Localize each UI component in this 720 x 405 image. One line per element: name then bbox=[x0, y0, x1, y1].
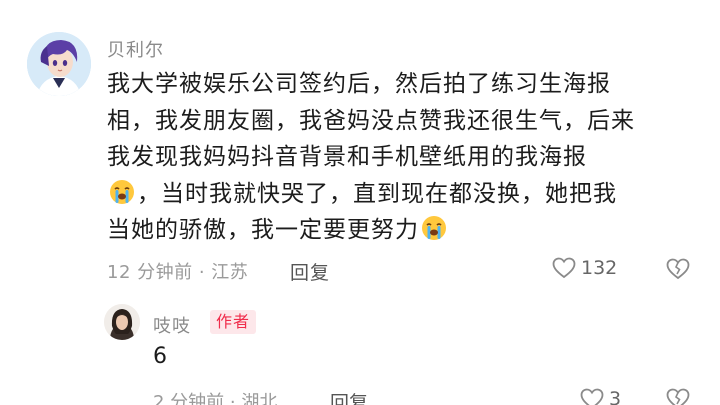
comment-line-text: 当她的骄傲，我一定要更努力 bbox=[107, 217, 419, 243]
heart-icon bbox=[580, 388, 604, 405]
comment-meta: 12 分钟前 · 江苏 bbox=[107, 262, 249, 283]
comment-item: 贝利尔 我大学被娱乐公司签约后，然后拍了练习生海报 相，我发朋友圈，我爸妈没点赞… bbox=[0, 0, 720, 290]
like-count: 3 bbox=[609, 388, 622, 405]
reply-meta: 2 分钟前 · 湖北 bbox=[153, 392, 278, 405]
heart-icon bbox=[552, 257, 576, 279]
anime-avatar-icon bbox=[27, 32, 91, 96]
comment-section: 贝利尔 我大学被娱乐公司签约后，然后拍了练习生海报 相，我发朋友圈，我爸妈没点赞… bbox=[0, 0, 720, 405]
person-avatar-icon bbox=[104, 304, 140, 340]
dislike-button[interactable] bbox=[666, 388, 690, 405]
loudly-crying-face-icon bbox=[422, 216, 446, 240]
broken-heart-icon bbox=[666, 258, 690, 280]
author-badge: 作者 bbox=[210, 310, 257, 334]
dislike-button[interactable] bbox=[666, 258, 690, 284]
comment-line: 当她的骄傲，我一定要更努力 bbox=[107, 212, 667, 249]
like-button[interactable]: 132 bbox=[552, 257, 617, 279]
username[interactable]: 贝利尔 bbox=[107, 36, 164, 62]
comment-line: 我发现我妈妈抖音背景和手机壁纸用的我海报 bbox=[107, 144, 587, 170]
comment-line: 我大学被娱乐公司签约后，然后拍了练习生海报 bbox=[107, 71, 611, 97]
reply-item: 吱吱 作者 6 2 分钟前 · 湖北 回复 3 bbox=[0, 296, 720, 405]
reply-text: 6 bbox=[153, 344, 167, 369]
avatar[interactable] bbox=[104, 304, 140, 340]
like-count: 132 bbox=[581, 257, 618, 279]
comment-text: 我大学被娱乐公司签约后，然后拍了练习生海报 相，我发朋友圈，我爸妈没点赞我还很生… bbox=[107, 66, 667, 249]
comment-line-text: ，当时我就快哭了，直到现在都没换，她把我 bbox=[137, 180, 617, 207]
broken-heart-icon bbox=[666, 388, 690, 405]
comment-line: ，当时我就快哭了，直到现在都没换，她把我 bbox=[107, 176, 667, 213]
username[interactable]: 吱吱 bbox=[153, 312, 191, 338]
reply-button[interactable]: 回复 bbox=[290, 258, 330, 285]
reply-button[interactable]: 回复 bbox=[330, 388, 368, 405]
like-button[interactable]: 3 bbox=[580, 388, 621, 405]
comment-line: 相，我发朋友圈，我爸妈没点赞我还很生气，后来 bbox=[107, 107, 635, 134]
avatar[interactable] bbox=[27, 32, 91, 96]
loudly-crying-face-icon bbox=[110, 179, 134, 204]
